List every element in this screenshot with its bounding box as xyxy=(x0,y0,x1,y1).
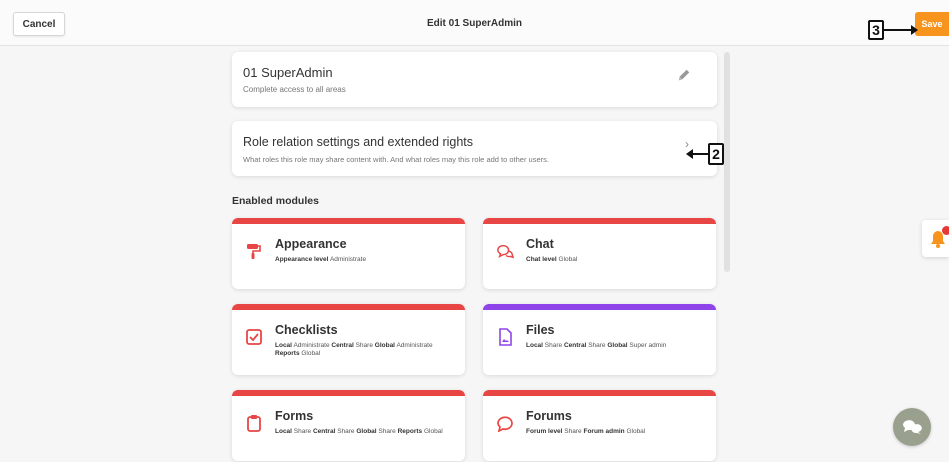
notifications-tab[interactable] xyxy=(922,220,949,257)
annotation-callout-2: 2 xyxy=(708,143,724,165)
chat-fab-button[interactable] xyxy=(893,408,931,446)
module-accent-bar xyxy=(232,218,465,224)
role-relations-title: Role relation settings and extended righ… xyxy=(243,135,474,149)
module-accent-bar xyxy=(483,218,716,224)
page-title: Edit 01 SuperAdmin xyxy=(426,18,522,29)
module-card-checklists[interactable]: Checklists Local Administrate Central Sh… xyxy=(232,304,465,375)
module-title: Appearance xyxy=(275,237,347,251)
module-accent-bar xyxy=(483,390,716,396)
module-card-files[interactable]: Files Local Share Central Share Global S… xyxy=(483,304,716,375)
file-image-icon xyxy=(499,328,512,346)
chat-bubbles-icon xyxy=(497,244,514,259)
module-accent-bar xyxy=(483,304,716,310)
speech-bubble-icon xyxy=(497,416,513,432)
module-card-forums[interactable]: Forums Forum level Share Forum admin Glo… xyxy=(483,390,716,461)
chat-icon xyxy=(903,420,922,434)
annotation-arrow-2 xyxy=(686,149,708,159)
module-permissions: Forum level Share Forum admin Global xyxy=(526,428,646,435)
paint-roller-icon xyxy=(247,244,261,259)
module-permissions: Local Administrate Central Share Global … xyxy=(275,342,433,358)
annotation-callout-3: 3 xyxy=(868,20,884,40)
module-title: Checklists xyxy=(275,323,338,337)
role-description: Complete access to all areas xyxy=(243,85,346,94)
module-title: Files xyxy=(526,323,555,337)
module-accent-bar xyxy=(232,304,465,310)
role-card: 01 SuperAdmin Complete access to all are… xyxy=(232,52,717,107)
role-relations-description: What roles this role may share content w… xyxy=(243,155,549,164)
module-permissions: Chat level Global xyxy=(526,256,578,263)
module-card-forms[interactable]: Forms Local Share Central Share Global S… xyxy=(232,390,465,461)
clipboard-icon xyxy=(247,415,261,432)
enabled-modules-heading: Enabled modules xyxy=(232,195,319,207)
pencil-icon[interactable] xyxy=(677,68,691,82)
module-permissions: Local Share Central Share Global Share R… xyxy=(275,428,443,435)
module-permissions: Appearance level Administrate xyxy=(275,256,367,263)
module-card-chat[interactable]: Chat Chat level Global xyxy=(483,218,716,289)
module-card-appearance[interactable]: Appearance Appearance level Administrate xyxy=(232,218,465,289)
annotation-arrow-3 xyxy=(884,25,918,35)
module-permissions: Local Share Central Share Global Super a… xyxy=(526,342,667,349)
module-accent-bar xyxy=(232,390,465,396)
save-button[interactable]: Save xyxy=(915,12,949,36)
module-title: Chat xyxy=(526,237,554,251)
top-bar: Cancel Edit 01 SuperAdmin Save xyxy=(0,0,949,46)
module-title: Forums xyxy=(526,409,572,423)
scrollbar[interactable] xyxy=(724,52,730,272)
role-relations-card[interactable]: Role relation settings and extended righ… xyxy=(232,121,717,176)
module-title: Forms xyxy=(275,409,314,423)
role-name: 01 SuperAdmin xyxy=(243,65,333,80)
notification-badge xyxy=(942,226,949,235)
checkbox-icon xyxy=(246,329,262,345)
